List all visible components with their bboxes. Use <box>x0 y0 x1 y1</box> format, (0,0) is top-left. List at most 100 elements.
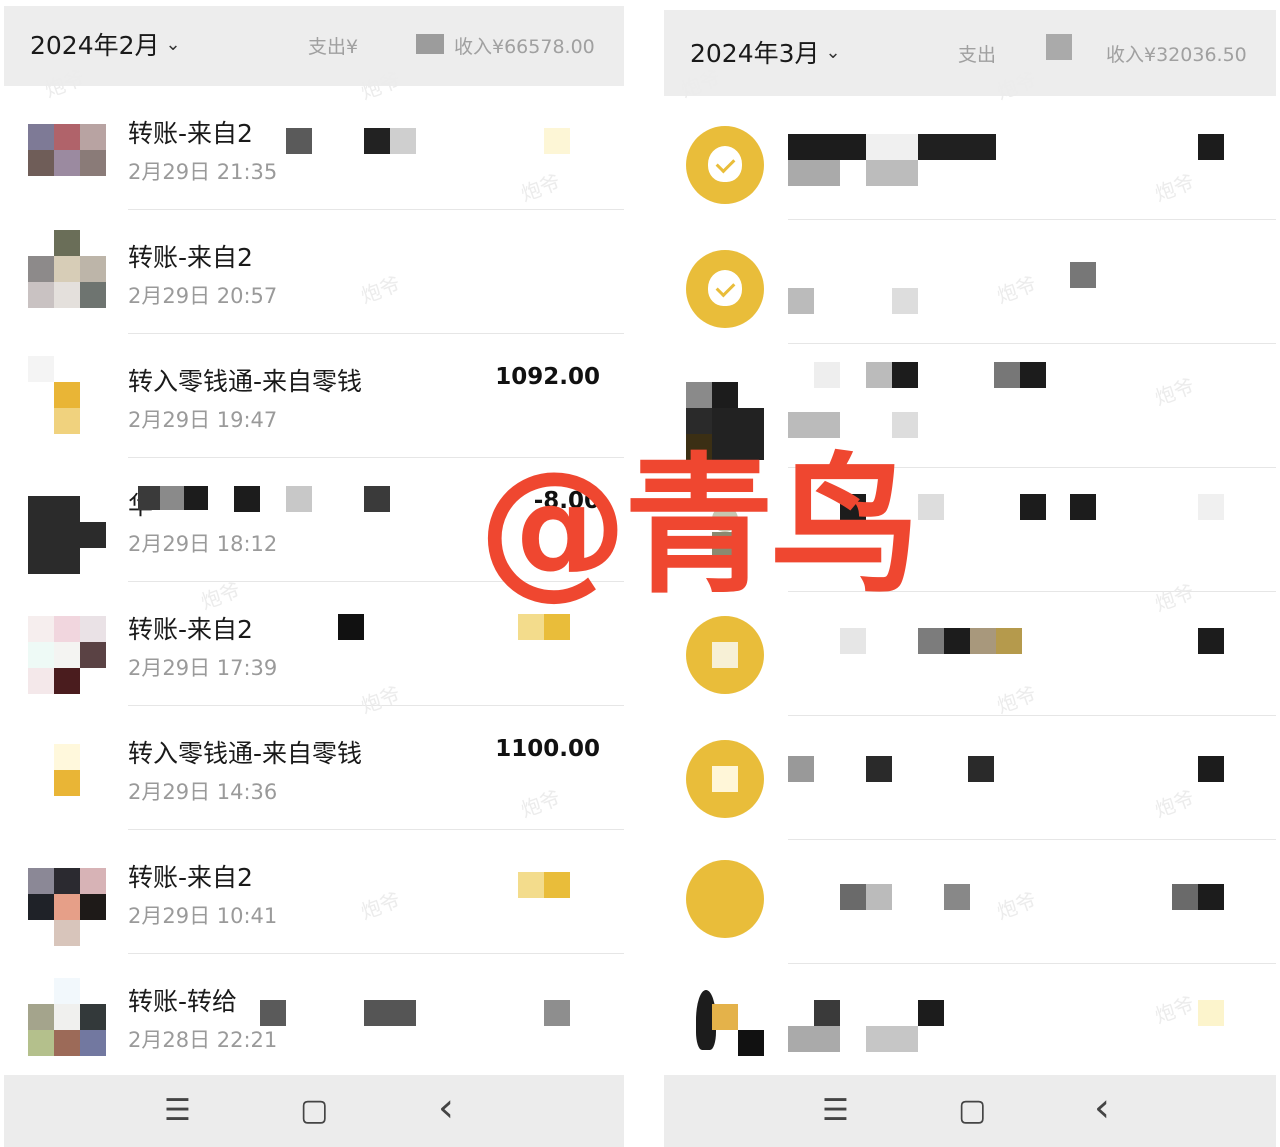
redaction-block <box>1020 362 1046 388</box>
money-bag-icon <box>708 270 742 306</box>
transaction-time: 2月29日 18:12 <box>128 532 278 556</box>
redaction-block <box>968 756 994 782</box>
redaction-block <box>788 288 814 314</box>
avatar <box>28 978 106 1070</box>
transaction-time: 2月28日 22:21 <box>128 1028 278 1052</box>
avatar <box>686 250 764 328</box>
avatar <box>28 496 106 574</box>
redaction-block <box>416 34 444 54</box>
redaction-block <box>1198 628 1224 654</box>
redaction-block <box>892 362 918 388</box>
redaction-block <box>1046 34 1072 60</box>
home-icon[interactable]: ▢ <box>300 1093 328 1128</box>
avatar <box>686 740 764 818</box>
list-item[interactable]: 转入零钱通-来自零钱 2月29日 14:36 1100.00 <box>0 706 628 830</box>
menu-icon[interactable]: ☰ <box>822 1093 849 1128</box>
transaction-time: 2月29日 14:36 <box>128 780 278 804</box>
list-item[interactable] <box>660 840 1280 964</box>
list-item[interactable]: 转账-来自2 2月29日 10:41 <box>0 830 628 954</box>
redaction-block <box>1070 262 1096 288</box>
redaction-block <box>788 756 814 782</box>
redaction-block <box>1198 1000 1224 1026</box>
transaction-time: 2月29日 21:35 <box>128 160 278 184</box>
redaction-block <box>866 756 892 782</box>
transaction-title: 转入零钱通-来自零钱 <box>128 739 363 768</box>
redaction-block <box>840 884 866 910</box>
redaction-block <box>518 872 544 898</box>
redaction-block <box>866 884 892 910</box>
redaction-block <box>544 128 570 154</box>
avatar <box>28 868 106 946</box>
redaction-block <box>184 486 208 510</box>
list-item[interactable] <box>660 964 1280 1088</box>
redaction-block <box>544 1000 570 1026</box>
redaction-block <box>518 614 544 640</box>
transaction-title: 转账-来自2 <box>128 615 253 644</box>
list-item[interactable]: 转账-来自2 2月29日 21:35 <box>0 86 628 210</box>
menu-icon[interactable]: ☰ <box>164 1093 191 1128</box>
chevron-down-icon: ⌄ <box>165 33 181 55</box>
avatar <box>28 124 106 202</box>
redaction-block <box>234 486 260 512</box>
redaction-block <box>1198 494 1224 520</box>
transaction-title: 转账-来自2 <box>128 243 253 272</box>
redaction-block <box>970 628 996 654</box>
redaction-block <box>286 128 312 154</box>
list-item[interactable] <box>660 716 1280 840</box>
redaction-block <box>814 362 840 388</box>
month-label: 2024年2月 <box>30 31 160 60</box>
list-item[interactable]: 转账-来自2 2月29日 20:57 <box>0 210 628 334</box>
redaction-block <box>994 362 1020 388</box>
redaction-block <box>1020 494 1046 520</box>
month-selector[interactable]: 2024年3月 ⌄ <box>690 34 841 70</box>
redaction-block <box>866 134 918 160</box>
redaction-block <box>918 1000 944 1026</box>
redaction-block <box>866 362 892 388</box>
redaction-block <box>788 134 866 160</box>
redaction-block <box>866 160 918 186</box>
list-item[interactable]: 转账-转给 2月28日 22:21 <box>0 954 628 1078</box>
expense-total: 支出 <box>958 44 997 66</box>
transaction-time: 2月29日 10:41 <box>128 904 278 928</box>
transaction-amount: 1092.00 <box>495 364 600 390</box>
redaction-block <box>260 1000 286 1026</box>
avatar <box>28 356 106 450</box>
avatar <box>686 126 764 204</box>
list-item[interactable] <box>660 220 1280 344</box>
redaction-block <box>364 128 390 154</box>
redaction-block <box>788 1026 840 1052</box>
transaction-title: 转入零钱通-来自零钱 <box>128 367 363 396</box>
month-header: 2024年2月 ⌄ 支出¥ 收入¥66578.00 <box>4 6 624 86</box>
redaction-block <box>390 128 416 154</box>
redaction-block <box>892 288 918 314</box>
overlay-watermark-text: @青鸟 <box>478 440 920 614</box>
redaction-block <box>788 160 840 186</box>
redaction-block <box>544 614 570 640</box>
list-item[interactable] <box>660 96 1280 220</box>
avatar <box>686 860 764 938</box>
redaction-block <box>840 628 866 654</box>
chevron-down-icon: ⌄ <box>825 41 841 63</box>
redaction-block <box>364 486 390 512</box>
transaction-title: 转账-来自2 <box>128 863 253 892</box>
system-nav-bar: ☰ ▢ ‹ <box>4 1075 624 1147</box>
redaction-block <box>944 884 970 910</box>
back-icon[interactable]: ‹ <box>1094 1085 1110 1131</box>
back-icon[interactable]: ‹ <box>438 1085 454 1131</box>
redaction-block <box>364 1000 416 1026</box>
transaction-time: 2月29日 20:57 <box>128 284 278 308</box>
redaction-block <box>286 486 312 512</box>
redaction-block <box>1172 884 1198 910</box>
home-icon[interactable]: ▢ <box>958 1093 986 1128</box>
redaction-block <box>918 134 996 160</box>
redaction-block <box>544 872 570 898</box>
redaction-block <box>1070 494 1096 520</box>
avatar <box>28 744 106 822</box>
redaction-block <box>1198 134 1224 160</box>
income-total: 收入¥66578.00 <box>454 36 595 58</box>
redaction-block <box>814 1000 840 1026</box>
redaction-block <box>160 486 184 510</box>
month-selector[interactable]: 2024年2月 ⌄ <box>30 26 181 62</box>
avatar <box>28 616 106 698</box>
month-label: 2024年3月 <box>690 39 820 68</box>
